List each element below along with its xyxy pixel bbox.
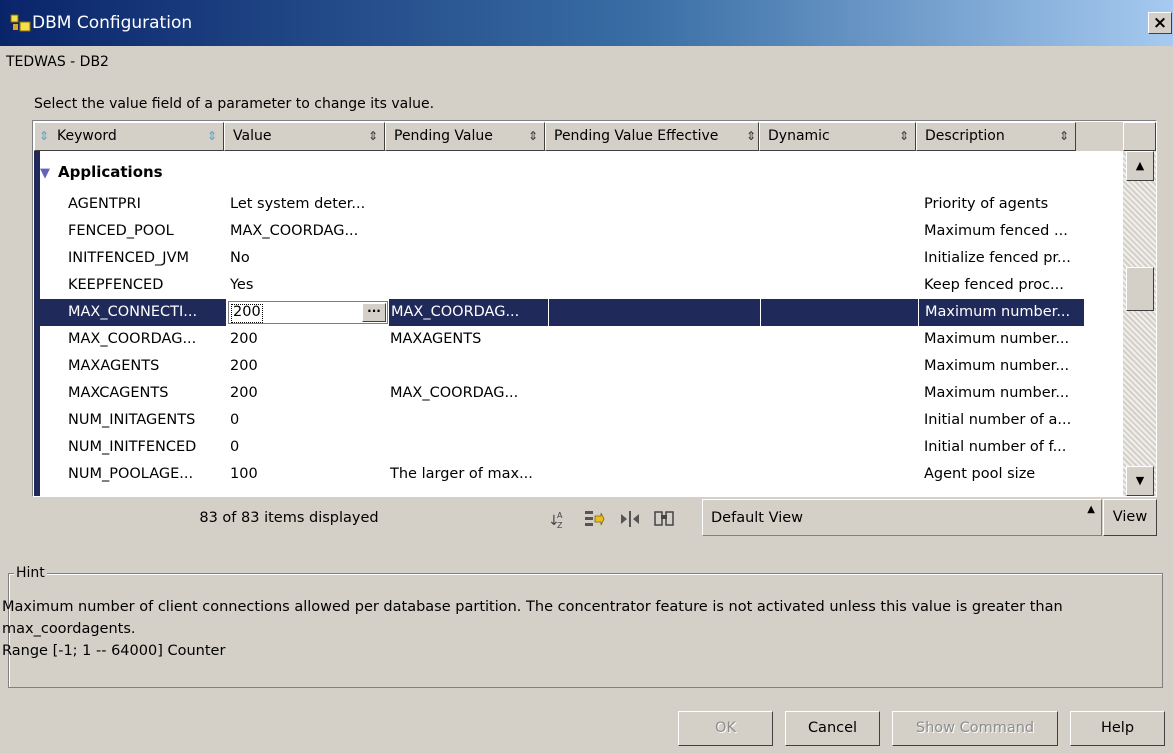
column-header-dynamic[interactable]: Dynamic ⇕ — [759, 122, 916, 151]
sort-icon: ⇕ — [898, 129, 909, 143]
parameter-table: ⇕ Keyword ⇕ Value ⇕ Pending Value ⇕ Pend… — [32, 120, 1157, 497]
table-row[interactable]: NUM_INITAGENTS 0 Initial number of a... — [40, 407, 1123, 434]
column-header-pending-effective[interactable]: Pending Value Effective ⇕ — [545, 122, 759, 151]
table-header: ⇕ Keyword ⇕ Value ⇕ Pending Value ⇕ Pend… — [34, 122, 1134, 151]
sort-indicator-icon: ⇕ — [39, 129, 50, 143]
header-corner — [1123, 122, 1156, 151]
table-row[interactable]: NUM_POOLAGE... 100 The larger of max... … — [40, 461, 1123, 488]
table-row[interactable]: INITFENCED_JVM No Initialize fenced pr..… — [40, 245, 1123, 272]
help-button[interactable]: Help — [1070, 711, 1165, 746]
table-row[interactable]: MAX_COORDAG... 200 MAXAGENTS Maximum num… — [40, 326, 1123, 353]
expand-triangle-icon[interactable]: ▼ — [40, 166, 50, 181]
hint-label: Hint — [14, 565, 47, 581]
column-icon[interactable] — [618, 508, 642, 530]
scroll-thumb[interactable] — [1126, 267, 1154, 311]
column-header-keyword[interactable]: ⇕ Keyword ⇕ — [34, 122, 224, 151]
svg-text:A: A — [557, 511, 563, 520]
sort-icon: ⇕ — [206, 129, 217, 143]
scroll-down-button[interactable]: ▼ — [1126, 466, 1154, 496]
table-row[interactable]: FENCED_POOL MAX_COORDAG... Maximum fence… — [40, 218, 1123, 245]
column-header-description[interactable]: Description ⇕ — [916, 122, 1076, 151]
scroll-track[interactable] — [1123, 151, 1156, 496]
scroll-up-button[interactable]: ▲ — [1126, 151, 1154, 181]
title-bar: DBM Configuration × — [0, 0, 1173, 46]
column-header-pending-value[interactable]: Pending Value ⇕ — [385, 122, 545, 151]
table-row[interactable]: MAXCAGENTS 200 MAX_COORDAG... Maximum nu… — [40, 380, 1123, 407]
cancel-button[interactable]: Cancel — [785, 711, 880, 746]
table-row[interactable]: MAXAGENTS 200 Maximum number... — [40, 353, 1123, 380]
close-button[interactable]: × — [1148, 12, 1172, 34]
svg-text:Z: Z — [557, 521, 563, 530]
sort-icon: ⇕ — [367, 129, 378, 143]
view-selector[interactable]: Default View ▲ — [702, 499, 1102, 536]
view-button[interactable]: View — [1103, 499, 1157, 536]
show-command-button[interactable]: Show Command — [892, 711, 1058, 746]
window-title: DBM Configuration — [32, 13, 193, 33]
table-row[interactable]: NUM_INITFENCED 0 Initial number of f... — [40, 434, 1123, 461]
find-icon[interactable] — [652, 508, 676, 530]
sort-icon: ⇕ — [1058, 129, 1069, 143]
instruction-text: Select the value field of a parameter to… — [34, 96, 435, 112]
group-applications[interactable]: ▼ Applications — [40, 163, 163, 181]
filter-icon[interactable] — [582, 508, 606, 530]
sort-az-icon[interactable]: ↓ A Z — [546, 508, 570, 530]
sort-icon: ⇕ — [527, 129, 538, 143]
app-icon — [10, 14, 31, 32]
database-label: TEDWAS - DB2 — [6, 54, 109, 70]
value-edit-field[interactable]: 200 ··· — [228, 301, 388, 324]
column-header-value[interactable]: Value ⇕ — [224, 122, 385, 151]
hint-text: Maximum number of client connections all… — [2, 599, 1063, 659]
table-row[interactable]: KEEPFENCED Yes Keep fenced proc... — [40, 272, 1123, 299]
ok-button[interactable]: OK — [678, 711, 773, 746]
sort-icon: ⇕ — [745, 129, 756, 143]
items-count: 83 of 83 items displayed — [199, 510, 379, 526]
ellipsis-button[interactable]: ··· — [362, 303, 386, 322]
table-body: ▼ Applications AGENTPRI Let system deter.… — [34, 151, 1123, 496]
status-bar: 83 of 83 items displayed ↓ A Z Default Vie… — [32, 498, 1157, 538]
table-row[interactable]: AGENTPRI Let system deter... Priority of… — [40, 191, 1123, 218]
up-arrow-icon: ▲ — [1087, 504, 1095, 515]
table-row-selected[interactable]: MAX_CONNECTI... 200 ··· MAX_COORDAG... M… — [40, 299, 1123, 326]
vertical-scrollbar[interactable]: ▲ ▼ — [1123, 151, 1156, 496]
